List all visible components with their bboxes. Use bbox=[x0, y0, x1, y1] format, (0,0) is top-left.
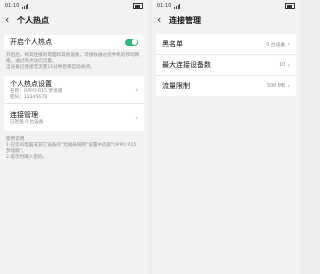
settings-group: 个人热点设置 名称：OPPO R15 梦境版 密码：12345678 › 连接管… bbox=[4, 76, 144, 131]
connection-management-text: 连接管理 已连接 0 台设备 bbox=[10, 110, 43, 126]
back-arrow-icon[interactable]: ‹ bbox=[5, 14, 17, 25]
page-title: 连接管理 bbox=[169, 16, 201, 25]
chevron-right-icon: › bbox=[135, 85, 138, 94]
title-bar: ‹ 个人热点 bbox=[0, 12, 148, 29]
chevron-right-icon: › bbox=[135, 113, 138, 122]
chevron-right-icon: › bbox=[287, 61, 290, 69]
hotspot-settings-text: 个人热点设置 名称：OPPO R15 梦境版 密码：12345678 bbox=[10, 79, 62, 101]
connection-management-screen: 01:10 ‹ 连接管理 黑名单 0 台设备 › 最大连接设备数 10 › 流量… bbox=[152, 0, 300, 274]
battery-icon bbox=[133, 3, 143, 9]
blacklist-value-group: 0 台设备 › bbox=[266, 40, 290, 48]
status-bar: 01:10 bbox=[0, 0, 148, 12]
blacklist-value: 0 台设备 bbox=[266, 42, 286, 48]
usage-line: 2.提示时输入密码。 bbox=[6, 155, 48, 160]
status-bar: 01:10 bbox=[152, 0, 300, 12]
max-devices-value-group: 10 › bbox=[279, 61, 290, 69]
data-limit-row[interactable]: 流量限制 500 MB › bbox=[156, 76, 296, 96]
hotspot-settings-title: 个人热点设置 bbox=[10, 79, 52, 88]
connected-devices-count: 已连接 0 台设备 bbox=[10, 119, 44, 125]
max-devices-row[interactable]: 最大连接设备数 10 › bbox=[156, 55, 296, 76]
page-title: 个人热点 bbox=[17, 16, 49, 25]
description-line: 当设备已连接无流量15分钟后将自动关闭。 bbox=[6, 65, 95, 70]
description-line: 开启后，将其连接的电脑和其他设备，可接收通过您手机的移动网络，通过热点访问流量。 bbox=[6, 53, 140, 64]
connection-settings-list: 黑名单 0 台设备 › 最大连接设备数 10 › 流量限制 500 MB › bbox=[156, 34, 296, 96]
usage-instructions: 使用说明 1.在您的电脑或其它设备的"无线局域网"设置中选取"OPPO R15 … bbox=[6, 137, 142, 161]
chevron-right-icon: › bbox=[287, 82, 290, 90]
connection-management-title: 连接管理 bbox=[10, 110, 38, 119]
usage-line: 1.在您的电脑或其它设备的"无线局域网"设置中选取"OPPO R15 梦境版"。 bbox=[6, 143, 137, 154]
back-arrow-icon[interactable]: ‹ bbox=[157, 14, 169, 25]
signal-icon bbox=[22, 3, 29, 9]
title-bar: ‹ 连接管理 bbox=[152, 12, 300, 29]
blacklist-row[interactable]: 黑名单 0 台设备 › bbox=[156, 34, 296, 55]
hotspot-password-text: 密码：12345678 bbox=[10, 94, 48, 100]
hotspot-toggle-label: 开启个人热点 bbox=[10, 38, 52, 46]
hotspot-toggle-switch[interactable] bbox=[125, 38, 138, 46]
hotspot-settings-row[interactable]: 个人热点设置 名称：OPPO R15 梦境版 密码：12345678 › bbox=[4, 76, 144, 104]
data-limit-label: 流量限制 bbox=[162, 82, 190, 90]
max-devices-label: 最大连接设备数 bbox=[162, 61, 211, 69]
max-devices-value: 10 bbox=[279, 62, 286, 68]
status-time: 01:10 bbox=[157, 3, 172, 9]
data-limit-value-group: 500 MB › bbox=[267, 82, 290, 90]
status-time: 01:10 bbox=[5, 3, 20, 9]
hotspot-description: 开启后，将其连接的电脑和其他设备，可接收通过您手机的移动网络，通过热点访问流量。… bbox=[6, 53, 142, 71]
signal-icon bbox=[174, 3, 181, 9]
connection-management-row[interactable]: 连接管理 已连接 0 台设备 › bbox=[4, 104, 144, 131]
hotspot-screen: 01:10 ‹ 个人热点 开启个人热点 开启后，将其连接的电脑和其他设备，可接收… bbox=[0, 0, 148, 274]
battery-icon bbox=[285, 3, 295, 9]
hotspot-toggle-row[interactable]: 开启个人热点 bbox=[4, 35, 144, 49]
hotspot-name-text: 名称：OPPO R15 梦境版 bbox=[10, 88, 63, 94]
data-limit-value: 500 MB bbox=[267, 83, 286, 89]
toggle-knob bbox=[131, 39, 138, 45]
chevron-right-icon: › bbox=[287, 40, 290, 48]
blacklist-label: 黑名单 bbox=[162, 40, 183, 48]
